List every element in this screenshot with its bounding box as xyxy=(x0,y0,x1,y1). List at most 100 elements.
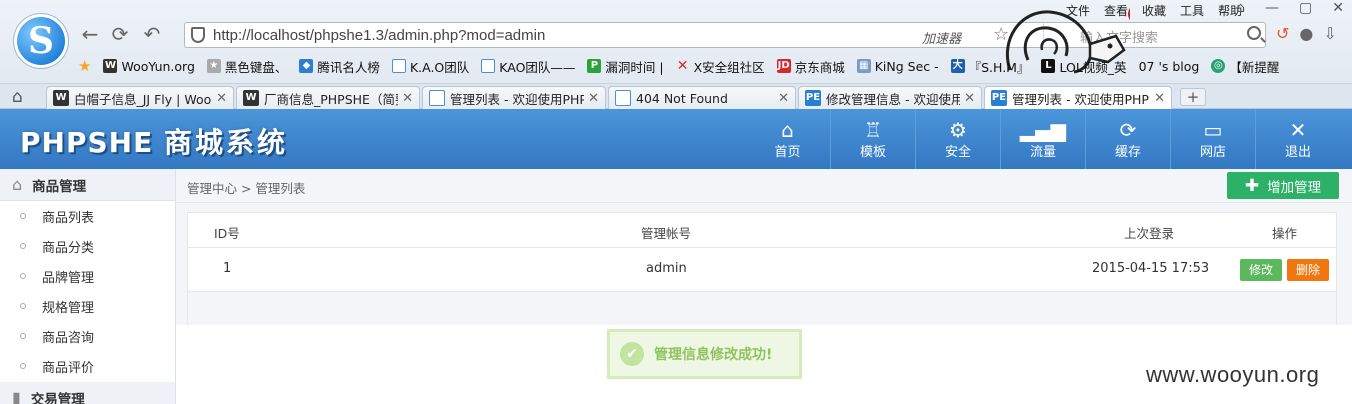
table-footer xyxy=(188,292,1336,325)
sidebar-item-label: 商品评价 xyxy=(42,360,95,376)
bullet-icon xyxy=(20,363,26,369)
sidebar-group-products[interactable]: ⌂ 商品管理 xyxy=(0,169,175,201)
image-icon: ▦ xyxy=(856,59,871,73)
breadcrumb[interactable]: 管理中心 > 管理列表 xyxy=(187,178,305,197)
minimize-icon[interactable]: — xyxy=(1265,0,1279,16)
menu-file[interactable]: 文件 xyxy=(1066,2,1090,19)
bookmark-label: 漏洞时间 | xyxy=(605,59,664,75)
undo-tab-icon[interactable]: ↺ xyxy=(1276,24,1289,43)
tab-label: 管理列表 - 欢迎使用PHP xyxy=(450,91,585,107)
menu-favorites[interactable]: 收藏 xyxy=(1142,2,1166,19)
search-icon[interactable] xyxy=(1247,26,1261,40)
home-icon[interactable]: ⌂ xyxy=(12,87,23,107)
topnav-label: 首页 xyxy=(774,145,801,160)
tab-6-active[interactable]: PE 管理列表 - 欢迎使用PHP ✕ xyxy=(984,86,1172,109)
tab-2[interactable]: W 厂商信息_PHPSHE（简要 ✕ xyxy=(236,86,420,109)
topnav-template[interactable]: ♖ 模板 xyxy=(830,109,915,169)
star-icon: ★ xyxy=(206,59,221,73)
undo-icon[interactable]: ↶ xyxy=(140,22,164,46)
shirt-icon[interactable]: ⌂ xyxy=(1236,0,1245,16)
add-admin-label: 增加管理 xyxy=(1267,179,1322,196)
page-icon xyxy=(481,59,496,73)
more-icon[interactable]: ● xyxy=(1299,24,1313,43)
browser-toolbar: S ← ⟳ ↶ http://localhost/phpshe1.3/admin… xyxy=(0,0,1352,84)
bookmark-label: KiNg Sec - xyxy=(874,58,939,74)
topnav-cache[interactable]: ⟳ 缓存 xyxy=(1085,109,1170,169)
tab-close-icon[interactable]: ✕ xyxy=(964,91,975,106)
menu-view[interactable]: 查看 xyxy=(1104,2,1128,19)
breadcrumb-bar: 管理中心 > 管理列表 ✚ 增加管理 xyxy=(176,169,1352,203)
back-icon[interactable]: ← xyxy=(78,22,102,46)
pe-icon: PE xyxy=(805,90,821,106)
sidebar-item-spec[interactable]: 规格管理 xyxy=(0,291,175,321)
bookmark-item[interactable]: W WooYun.org xyxy=(99,56,202,76)
bookmark-item[interactable]: K.A.O团队 xyxy=(388,56,477,76)
bookmark-item[interactable]: ◎ 【新提醒 xyxy=(1207,56,1287,76)
delete-button[interactable]: 删除 xyxy=(1287,259,1329,281)
tab-close-icon[interactable]: ✕ xyxy=(588,91,599,106)
sidebar-item-product-list[interactable]: 商品列表 xyxy=(0,201,175,231)
bookmarks-bar: ★ W WooYun.org ★ 黑色键盘、 ◆ 腾讯名人榜 K.A.O团队 KAO团… xyxy=(78,56,1287,78)
edit-button[interactable]: 修改 xyxy=(1240,259,1282,281)
bookmark-item[interactable]: 大『S.H.M』 xyxy=(947,56,1038,76)
cell-last-login: 2015-04-15 17:53 xyxy=(1092,261,1210,276)
maximize-icon[interactable]: ▢ xyxy=(1299,0,1312,16)
shield-icon xyxy=(191,27,205,43)
sidebar-item-brand[interactable]: 品牌管理 xyxy=(0,261,175,291)
bookmark-star-icon[interactable]: ★ xyxy=(78,56,99,76)
tab-close-icon[interactable]: ✕ xyxy=(216,91,227,106)
bookmark-label: 【新提醒 xyxy=(1229,59,1280,75)
topnav-label: 退出 xyxy=(1284,145,1311,160)
bookmark-item[interactable]: L LOL视频_英 xyxy=(1037,56,1134,76)
wooyun-icon: W xyxy=(103,59,118,73)
sidebar-item-review[interactable]: 商品评价 xyxy=(0,351,175,381)
bookmark-item[interactable]: ◆ 腾讯名人榜 xyxy=(295,56,388,76)
add-admin-button[interactable]: ✚ 增加管理 xyxy=(1227,172,1339,199)
tab-label: 白帽子信息_JJ Fly | Woo xyxy=(74,91,212,107)
sidebar-item-product-category[interactable]: 商品分类 xyxy=(0,231,175,261)
tab-4[interactable]: 404 Not Found ✕ xyxy=(608,86,796,109)
sidebar-item-consult[interactable]: 商品咨询 xyxy=(0,321,175,351)
address-url[interactable]: http://localhost/phpshe1.3/admin.php?mod… xyxy=(213,27,545,44)
tab-close-icon[interactable]: ✕ xyxy=(778,91,789,106)
tab-5[interactable]: PE 修改管理信息 - 欢迎使用 ✕ xyxy=(798,86,982,109)
tab-close-icon[interactable]: ✕ xyxy=(1154,91,1165,106)
close-icon[interactable]: ✕ xyxy=(1332,0,1344,16)
shield-icon: ◆ xyxy=(299,59,314,73)
brand-logo[interactable]: PHPSHE 商城系统 xyxy=(20,121,288,161)
sidebar-item-label: 商品咨询 xyxy=(42,330,95,346)
bookmark-item[interactable]: JD 京东商城 xyxy=(773,56,853,76)
refresh-icon[interactable]: ⟳ xyxy=(108,22,132,46)
browser-logo[interactable]: S xyxy=(14,14,68,68)
bookmark-item[interactable]: ★ 黑色键盘、 xyxy=(203,56,296,76)
bookmark-label: X安全组社区 xyxy=(693,59,765,75)
cell-account: admin xyxy=(646,261,687,276)
admin-table: ID号 管理帐号 上次登录 操作 1 admin 2015-04-15 17:5… xyxy=(187,212,1337,325)
bullet-icon xyxy=(20,213,26,219)
p-icon: P xyxy=(587,59,602,73)
bookmark-item[interactable]: ▦ KiNg Sec - xyxy=(853,56,947,76)
sidebar-item-label: 品牌管理 xyxy=(42,270,95,286)
bookmark-item[interactable]: KAO团队—— xyxy=(477,56,583,76)
accelerator-label[interactable]: 加速器 xyxy=(922,28,961,47)
topnav-shop[interactable]: ▭ 网店 xyxy=(1170,109,1255,169)
topnav-security[interactable]: ⚙ 安全 xyxy=(915,109,1000,169)
tab-close-icon[interactable]: ✕ xyxy=(402,91,413,106)
topnav-home[interactable]: ⌂ 首页 xyxy=(745,109,830,169)
new-tab-button[interactable]: + xyxy=(1180,88,1206,106)
topnav-logout[interactable]: ✕ 退出 xyxy=(1255,109,1340,169)
house-icon: ⌂ xyxy=(12,175,23,194)
topnav-traffic[interactable]: ▂▄▆ 流量 xyxy=(1000,109,1085,169)
menu-tools[interactable]: 工具 xyxy=(1180,2,1204,19)
tab-3[interactable]: 管理列表 - 欢迎使用PHP ✕ xyxy=(422,86,606,109)
bookmark-label: WooYun.org xyxy=(121,58,195,74)
bookmark-item[interactable]: ✕ X安全组社区 xyxy=(672,56,773,76)
bookmark-label: 京东商城 xyxy=(794,59,845,75)
tab-1[interactable]: W 白帽子信息_JJ Fly | Woo ✕ xyxy=(46,86,234,109)
bookmark-item[interactable]: 07 's blog xyxy=(1135,56,1208,76)
menu-bar: 文件 查看 收藏 工具 帮助 xyxy=(1066,2,1242,19)
bookmark-item[interactable]: P 漏洞时间 | xyxy=(583,56,671,76)
topnav-label: 流量 xyxy=(1029,145,1056,160)
download-icon[interactable]: ⇩ xyxy=(1323,24,1336,43)
sidebar-group-orders[interactable]: ▮ 交易管理 xyxy=(0,382,175,404)
